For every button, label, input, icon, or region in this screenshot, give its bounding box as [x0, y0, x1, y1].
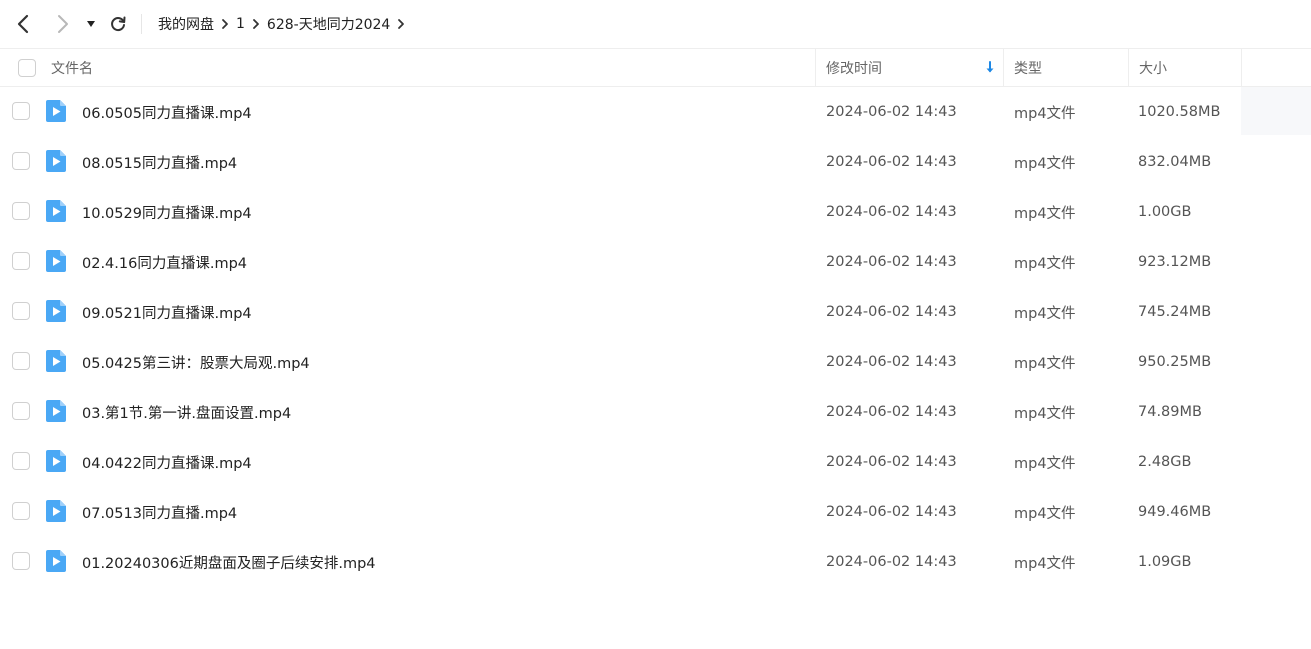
file-size: 832.04MB [1138, 154, 1212, 170]
row-checkbox[interactable] [12, 202, 30, 220]
file-modified-time: 2024-06-02 14:43 [826, 254, 957, 270]
forward-button[interactable] [50, 12, 74, 36]
file-size: 950.25MB [1138, 354, 1212, 370]
file-modified-time: 2024-06-02 14:43 [826, 504, 957, 520]
file-modified-time: 2024-06-02 14:43 [826, 204, 957, 220]
table-row[interactable]: 01.20240306近期盘面及圈子后续安排.mp4 2024-06-02 14:… [0, 537, 1311, 587]
file-modified-time: 2024-06-02 14:43 [826, 304, 957, 320]
table-row[interactable]: 06.0505同力直播课.mp4 2024-06-02 14:43 mp4文件 102… [0, 87, 1311, 137]
file-name[interactable]: 07.0513同力直播.mp4 [82, 487, 237, 537]
chevron-right-icon [214, 14, 236, 34]
chevron-right-icon [245, 14, 267, 34]
column-divider [815, 49, 816, 87]
chevron-left-icon [17, 14, 29, 34]
video-file-icon [46, 350, 66, 372]
file-name[interactable]: 09.0521同力直播课.mp4 [82, 287, 252, 337]
breadcrumb-item-current-folder[interactable]: 628-天地同力2024 [267, 14, 390, 34]
column-header-size[interactable]: 大小 [1139, 49, 1167, 87]
video-file-icon [46, 150, 66, 172]
row-checkbox[interactable] [12, 552, 30, 570]
breadcrumb: 我的网盘 1 628-天地同力2024 [158, 0, 412, 48]
file-type: mp4文件 [1014, 305, 1076, 322]
table-row[interactable]: 05.0425第三讲：股票大局观.mp4 2024-06-02 14:43 mp4文… [0, 337, 1311, 387]
file-name[interactable]: 05.0425第三讲：股票大局观.mp4 [82, 337, 310, 387]
file-name[interactable]: 02.4.16同力直播课.mp4 [82, 237, 247, 287]
table-row[interactable]: 10.0529同力直播课.mp4 2024-06-02 14:43 mp4文件 1.0… [0, 187, 1311, 237]
file-size: 1020.58MB [1138, 104, 1221, 120]
file-name[interactable]: 03.第1节.第一讲.盘面设置.mp4 [82, 387, 291, 437]
toolbar: 我的网盘 1 628-天地同力2024 [0, 0, 1311, 48]
table-row[interactable]: 09.0521同力直播课.mp4 2024-06-02 14:43 mp4文件 745… [0, 287, 1311, 337]
file-size: 1.09GB [1138, 554, 1192, 570]
file-modified-time: 2024-06-02 14:43 [826, 454, 957, 470]
video-file-icon [46, 550, 66, 572]
file-type: mp4文件 [1014, 155, 1076, 172]
file-type: mp4文件 [1014, 205, 1076, 222]
file-type: mp4文件 [1014, 505, 1076, 522]
sort-down-arrow-icon[interactable] [984, 60, 996, 76]
history-dropdown-button[interactable] [82, 12, 100, 36]
video-file-icon [46, 200, 66, 222]
column-divider [1241, 49, 1242, 87]
row-checkbox[interactable] [12, 252, 30, 270]
table-row[interactable]: 07.0513同力直播.mp4 2024-06-02 14:43 mp4文件 949.… [0, 487, 1311, 537]
file-modified-time: 2024-06-02 14:43 [826, 354, 957, 370]
row-checkbox[interactable] [12, 302, 30, 320]
toolbar-divider [141, 14, 142, 34]
video-file-icon [46, 400, 66, 422]
table-row[interactable]: 08.0515同力直播.mp4 2024-06-02 14:43 mp4文件 832.… [0, 137, 1311, 187]
file-size: 949.46MB [1138, 504, 1212, 520]
file-name[interactable]: 08.0515同力直播.mp4 [82, 137, 237, 187]
file-modified-time: 2024-06-02 14:43 [826, 154, 957, 170]
breadcrumb-item-folder-1[interactable]: 1 [236, 16, 245, 32]
row-checkbox[interactable] [12, 452, 30, 470]
row-checkbox[interactable] [12, 502, 30, 520]
file-name[interactable]: 06.0505同力直播课.mp4 [82, 87, 252, 137]
table-header: 文件名 修改时间 类型 大小 [0, 48, 1311, 87]
file-type: mp4文件 [1014, 405, 1076, 422]
video-file-icon [46, 300, 66, 322]
row-checkbox[interactable] [12, 102, 30, 120]
chevron-right-icon [58, 15, 68, 33]
refresh-icon [111, 16, 126, 32]
refresh-button[interactable] [106, 12, 130, 36]
breadcrumb-item-root[interactable]: 我的网盘 [158, 14, 214, 34]
file-size: 1.00GB [1138, 204, 1192, 220]
file-name[interactable]: 01.20240306近期盘面及圈子后续安排.mp4 [82, 537, 376, 587]
column-divider [1003, 49, 1004, 87]
column-header-type[interactable]: 类型 [1014, 49, 1042, 87]
row-checkbox[interactable] [12, 352, 30, 370]
file-name[interactable]: 10.0529同力直播课.mp4 [82, 187, 252, 237]
file-modified-time: 2024-06-02 14:43 [826, 554, 957, 570]
video-file-icon [46, 500, 66, 522]
table-row[interactable]: 02.4.16同力直播课.mp4 2024-06-02 14:43 mp4文件 923… [0, 237, 1311, 287]
file-type: mp4文件 [1014, 355, 1076, 372]
video-file-icon [46, 100, 66, 122]
file-size: 74.89MB [1138, 404, 1202, 420]
file-size: 745.24MB [1138, 304, 1212, 320]
column-header-name[interactable]: 文件名 [51, 49, 93, 87]
file-modified-time: 2024-06-02 14:43 [826, 104, 957, 120]
select-all-checkbox[interactable] [18, 59, 36, 77]
column-divider [1128, 49, 1129, 87]
back-button[interactable] [12, 12, 36, 36]
file-name[interactable]: 04.0422同力直播课.mp4 [82, 437, 252, 487]
file-size: 923.12MB [1138, 254, 1212, 270]
file-type: mp4文件 [1014, 555, 1076, 572]
file-modified-time: 2024-06-02 14:43 [826, 404, 957, 420]
video-file-icon [46, 250, 66, 272]
video-file-icon [46, 450, 66, 472]
table-row[interactable]: 04.0422同力直播课.mp4 2024-06-02 14:43 mp4文件 2.4… [0, 437, 1311, 487]
file-type: mp4文件 [1014, 255, 1076, 272]
file-type: mp4文件 [1014, 105, 1076, 122]
table-row[interactable]: 03.第1节.第一讲.盘面设置.mp4 2024-06-02 14:43 mp4文件… [0, 387, 1311, 437]
row-checkbox[interactable] [12, 402, 30, 420]
file-type: mp4文件 [1014, 455, 1076, 472]
caret-down-icon [87, 21, 95, 27]
file-size: 2.48GB [1138, 454, 1192, 470]
row-checkbox[interactable] [12, 152, 30, 170]
column-header-modified[interactable]: 修改时间 [826, 49, 882, 87]
chevron-right-icon[interactable] [390, 14, 412, 34]
